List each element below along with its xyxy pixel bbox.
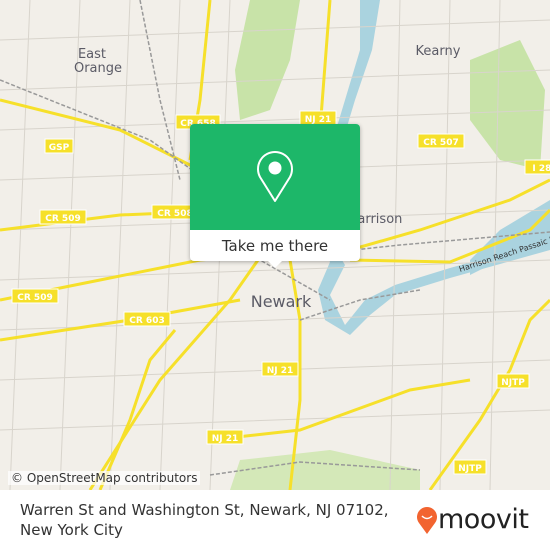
route-shield: CR 507 (417, 133, 465, 149)
route-shield: CR 509 (11, 288, 59, 304)
popup-header (190, 124, 360, 230)
take-me-there-button[interactable]: Take me there (190, 230, 360, 261)
route-shield: NJTP (453, 459, 487, 475)
map[interactable]: East Orange Kearny Harrison Newark Harri… (0, 0, 550, 490)
park (470, 40, 545, 170)
moovit-logo: moovit (416, 504, 529, 535)
route-shield: NJ 21 (206, 429, 244, 445)
svg-text:CR 509: CR 509 (17, 293, 52, 303)
moovit-wordmark: moovit (438, 504, 529, 535)
route-shield: NJTP (496, 373, 530, 389)
svg-text:CR 603: CR 603 (129, 316, 164, 326)
park (235, 0, 300, 120)
place-label-newark: Newark (251, 292, 312, 311)
map-attribution[interactable]: © OpenStreetMap contributors (8, 471, 201, 485)
location-popup[interactable]: Take me there (190, 124, 360, 268)
route-shield: GSP (44, 138, 74, 154)
svg-text:I 280: I 280 (532, 164, 550, 174)
svg-text:NJTP: NJTP (458, 464, 482, 474)
address-text: Warren St and Washington St, Newark, NJ … (20, 501, 389, 539)
route-shield: NJ 21 (299, 110, 337, 126)
svg-text:CR 509: CR 509 (45, 214, 80, 224)
popup-pointer (267, 260, 283, 268)
route-shield: CR 509 (39, 209, 87, 225)
svg-text:CR 507: CR 507 (423, 138, 458, 148)
place-label-orange: Orange (74, 61, 122, 76)
moovit-pin-icon (417, 506, 437, 534)
route-shield: CR 603 (123, 311, 171, 327)
route-shield: NJ 21 (261, 361, 299, 377)
map-pin-icon (257, 151, 293, 202)
route-shield: I 280 (524, 159, 550, 175)
svg-text:NJ 21: NJ 21 (212, 434, 239, 444)
svg-text:GSP: GSP (49, 143, 70, 153)
park (230, 450, 420, 490)
place-label-kearny: Kearny (416, 44, 461, 59)
svg-text:CR 508: CR 508 (157, 209, 192, 219)
svg-text:NJ 21: NJ 21 (267, 366, 294, 376)
place-label-east: East (78, 47, 106, 62)
svg-text:NJTP: NJTP (501, 378, 525, 388)
